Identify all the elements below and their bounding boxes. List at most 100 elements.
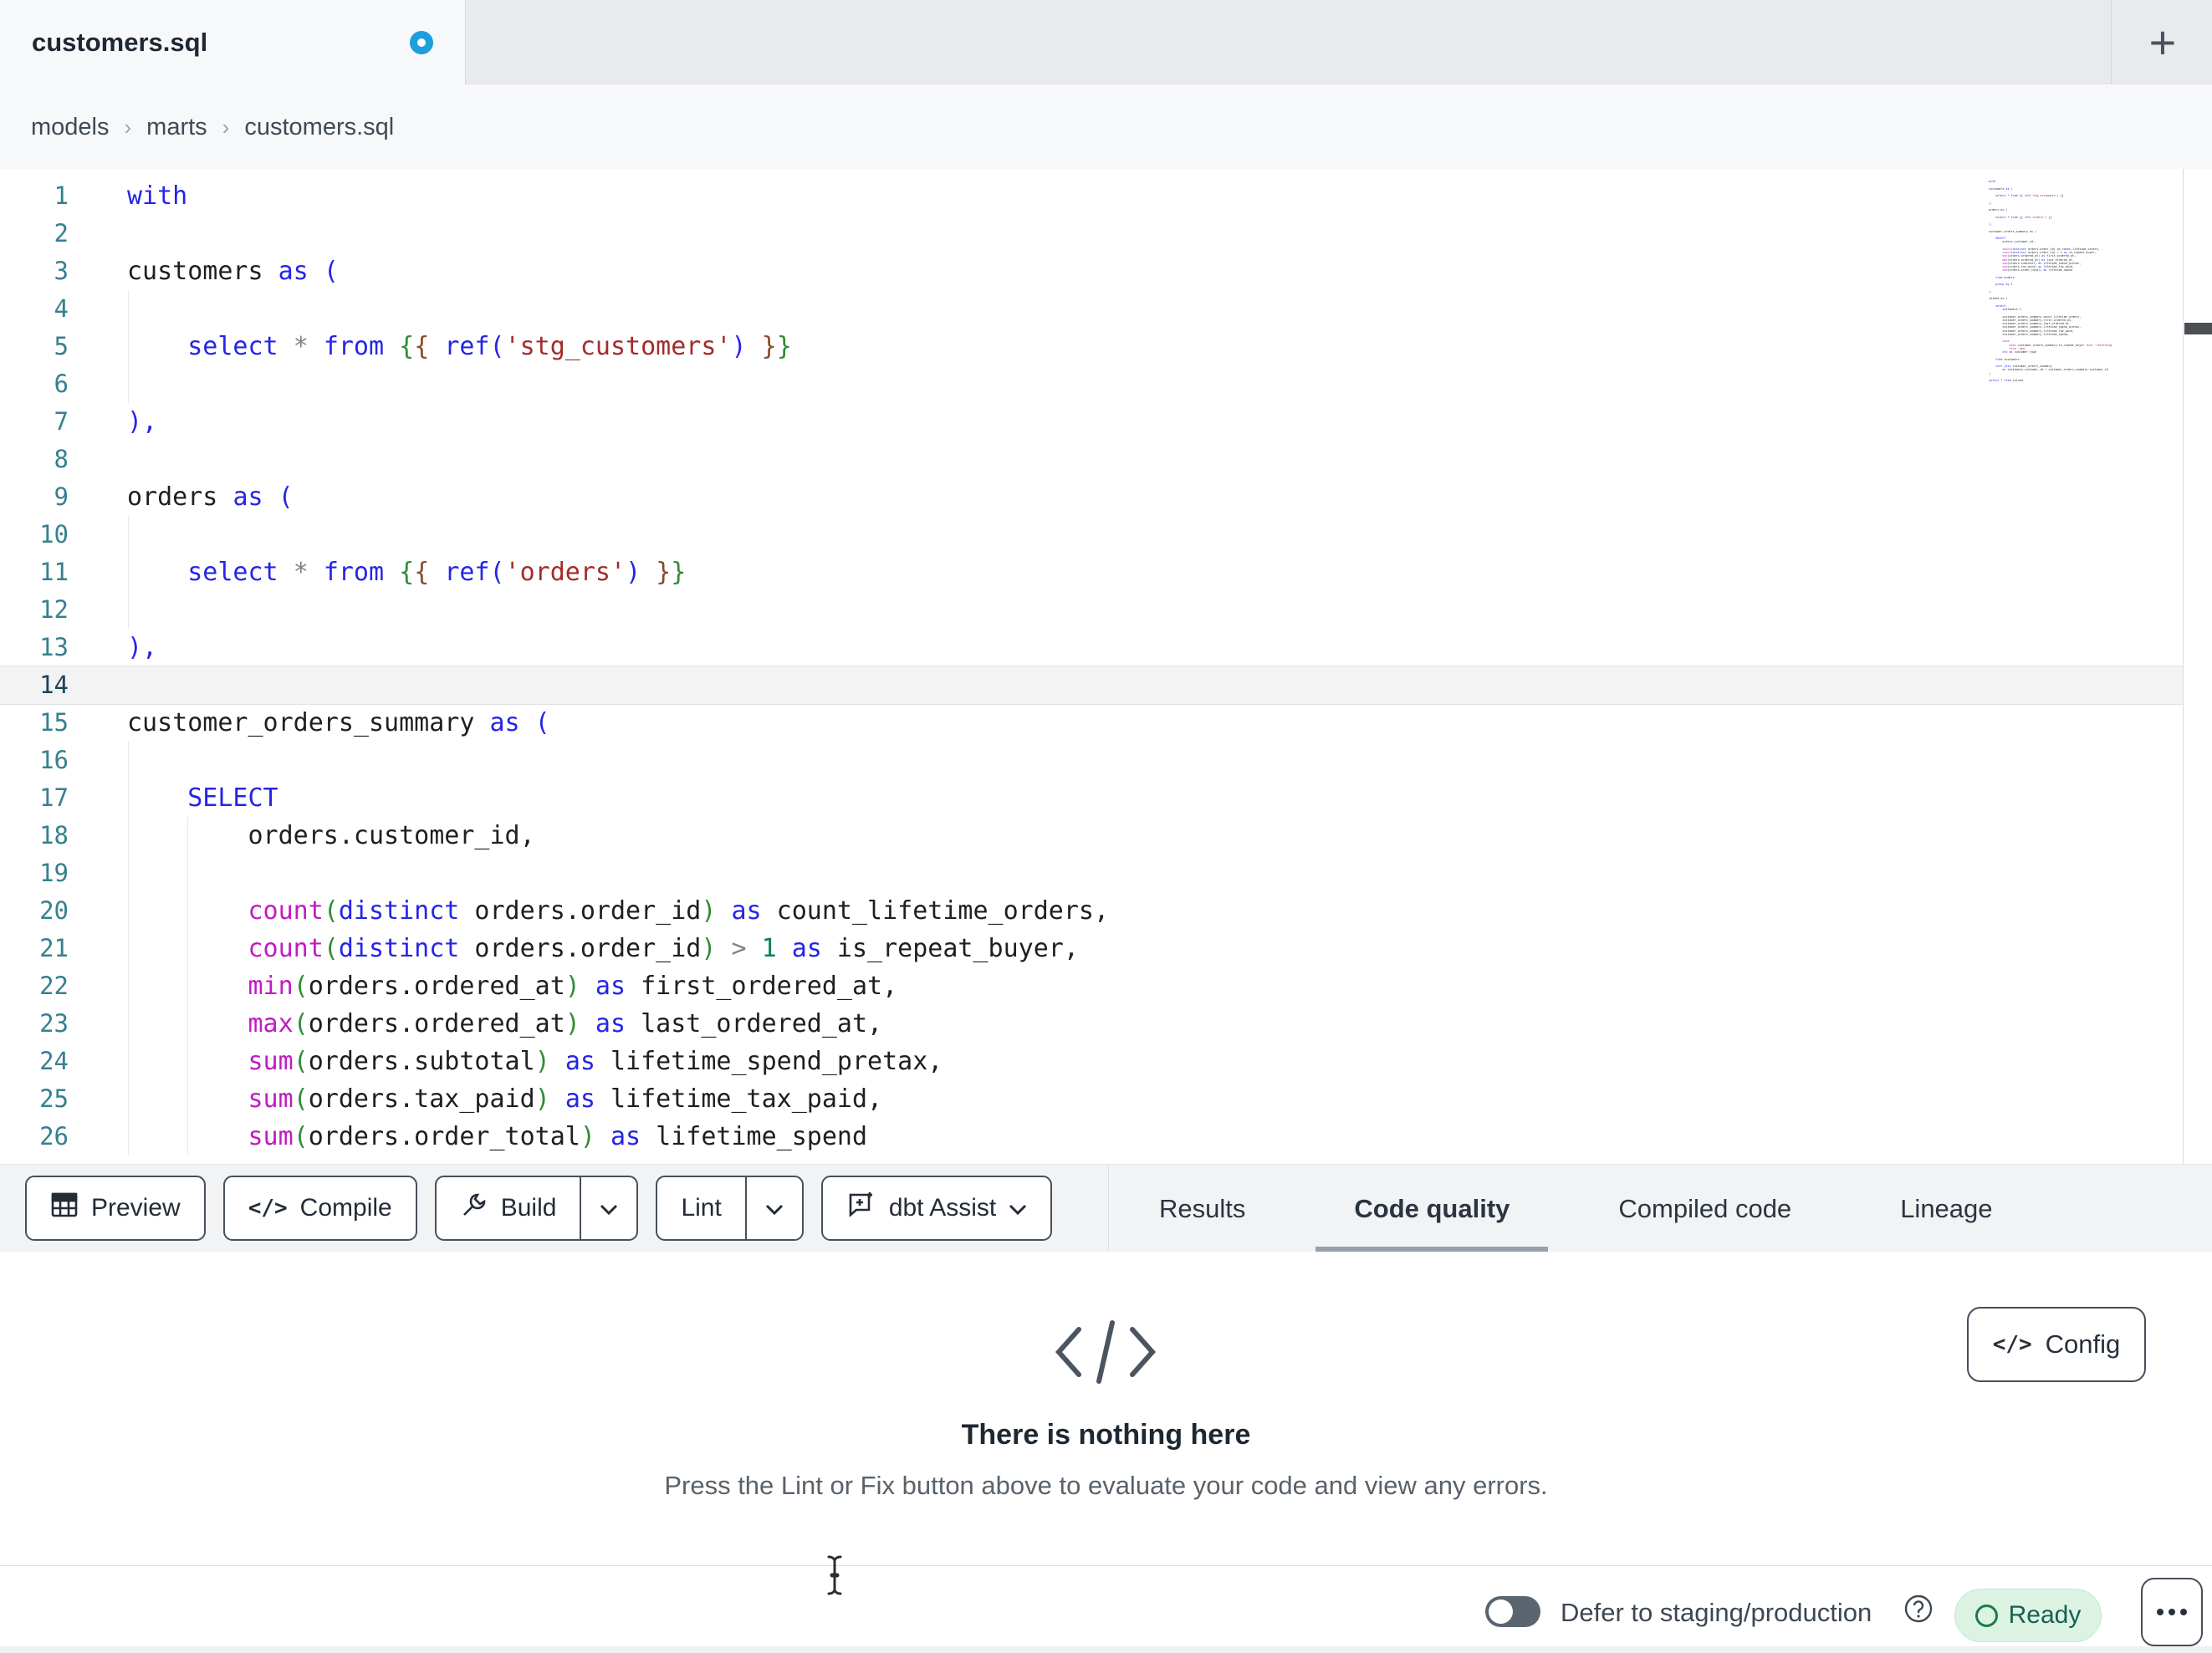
code-line[interactable]: 6 (0, 365, 2183, 403)
line-number: 12 (39, 595, 69, 624)
code-line[interactable]: 17 SELECT (0, 779, 2183, 817)
status-badge-ready[interactable]: Ready (1954, 1589, 2102, 1642)
indent-guide (128, 742, 129, 779)
assist-chat-icon (846, 1190, 876, 1227)
breadcrumb-separator: › (124, 114, 132, 140)
config-label: Config (2045, 1329, 2121, 1359)
code-line[interactable]: 15 customer_orders_summary as ( (0, 704, 2183, 742)
code-line[interactable]: 25 sum(orders.tax_paid) as lifetime_tax_… (0, 1080, 2183, 1118)
panel-tab-results[interactable]: Results (1121, 1165, 1284, 1253)
chevron-down-icon (1009, 1194, 1027, 1222)
breadcrumb-item[interactable]: marts (146, 114, 207, 141)
code-line[interactable]: 4 (0, 290, 2183, 328)
minimap[interactable]: with customers as ( select * from {{ ref… (1989, 180, 2121, 385)
new-tab-button[interactable]: + (2129, 15, 2196, 70)
line-number: 18 (39, 821, 69, 849)
build-dropdown-arrow[interactable] (580, 1177, 636, 1239)
lint-button[interactable]: Lint (657, 1177, 744, 1239)
build-button[interactable]: Build (437, 1177, 580, 1239)
code-line[interactable]: 12 (0, 591, 2183, 629)
code-line[interactable]: 2 (0, 215, 2183, 253)
line-number: 4 (54, 294, 69, 323)
assist-label: dbt Assist (888, 1194, 997, 1222)
code-editor[interactable]: 1 with 2 3 customers as ( 4 5 select * from {{… (0, 169, 2212, 1164)
code-text: select * from {{ ref('stg_customers') }} (187, 332, 792, 361)
editor-scrollbar-thumb[interactable] (2184, 323, 2212, 334)
code-line[interactable]: 13), (0, 629, 2183, 666)
preview-button[interactable]: Preview (25, 1176, 206, 1241)
lint-dropdown-arrow[interactable] (744, 1177, 802, 1239)
code-line[interactable]: 19 (0, 855, 2183, 892)
defer-toggle[interactable] (1485, 1596, 1540, 1627)
chevron-down-icon (765, 1194, 784, 1222)
toolbar-row: Preview </> Compile Build Lint dbt Assis… (0, 1164, 2212, 1253)
line-number: 20 (39, 896, 69, 925)
line-number: 26 (39, 1122, 69, 1150)
line-number: 15 (39, 708, 69, 737)
help-icon[interactable] (1903, 1594, 1934, 1628)
line-number: 19 (39, 859, 69, 887)
code-line[interactable]: 20 count(distinct orders.order_id) as co… (0, 892, 2183, 930)
code-text: sum(orders.subtotal) as lifetime_spend_p… (248, 1047, 943, 1076)
line-number: 8 (54, 445, 69, 473)
code-lines: 1 with 2 3 customers as ( 4 5 select * from {{… (0, 177, 2183, 1156)
code-quality-panel: There is nothing here Press the Lint or … (0, 1252, 2212, 1565)
breadcrumb-item[interactable]: models (31, 114, 110, 141)
panel-tab-lineage[interactable]: Lineage (1862, 1165, 2031, 1253)
code-line[interactable]: 3 customers as ( (0, 253, 2183, 290)
chevron-down-icon (600, 1194, 618, 1222)
line-number: 11 (39, 558, 69, 586)
config-button[interactable]: </> Config (1967, 1307, 2146, 1382)
line-number: 7 (54, 407, 69, 436)
indent-guide (128, 290, 129, 328)
empty-state-title: There is nothing here (961, 1419, 1251, 1451)
compile-button[interactable]: </> Compile (222, 1176, 417, 1241)
code-text: min(orders.ordered_at) as first_ordered_… (248, 972, 898, 1001)
panel-tab-compiled-code[interactable]: Compiled code (1580, 1165, 1830, 1253)
code-line[interactable]: 1 with (0, 177, 2183, 215)
table-grid-icon (50, 1191, 79, 1226)
dbt-assist-button[interactable]: dbt Assist (820, 1176, 1053, 1241)
line-number: 16 (39, 746, 69, 774)
code-line[interactable]: 18 orders.customer_id, (0, 817, 2183, 855)
code-line[interactable]: 8 (0, 441, 2183, 478)
text-cursor-pointer (821, 1554, 848, 1601)
breadcrumb-separator: › (222, 114, 230, 140)
code-line[interactable]: 24 sum(orders.subtotal) as lifetime_spen… (0, 1043, 2183, 1080)
code-line[interactable]: 21 count(distinct orders.order_id) > 1 a… (0, 930, 2183, 967)
breadcrumb-item[interactable]: customers.sql (244, 114, 394, 141)
line-number: 22 (39, 972, 69, 1000)
code-text: count(distinct orders.order_id) as count… (248, 896, 1110, 926)
build-split-button: Build (434, 1176, 639, 1241)
code-line[interactable]: 14 (0, 666, 2183, 704)
code-line[interactable]: 22 min(orders.ordered_at) as first_order… (0, 967, 2183, 1005)
ready-label: Ready (2008, 1601, 2082, 1629)
line-number: 17 (39, 783, 69, 812)
code-line[interactable]: 7), (0, 403, 2183, 441)
code-line[interactable]: 16 (0, 742, 2183, 779)
unsaved-changes-dot (410, 31, 433, 54)
indent-guide (128, 591, 129, 629)
code-line[interactable]: 9 orders as ( (0, 478, 2183, 516)
toggle-knob (1489, 1599, 1513, 1624)
line-number: 5 (54, 332, 69, 360)
code-line[interactable]: 10 (0, 516, 2183, 554)
line-number: 2 (54, 219, 69, 247)
code-text: ), (127, 633, 158, 662)
more-options-button[interactable] (2141, 1578, 2203, 1646)
code-line[interactable]: 11 select * from {{ ref('orders') }} (0, 554, 2183, 591)
wrench-icon (460, 1191, 488, 1226)
tab-customers-sql[interactable]: customers.sql (0, 0, 466, 85)
code-line[interactable]: 26 sum(orders.order_total) as lifetime_s… (0, 1118, 2183, 1156)
code-text: SELECT (187, 783, 278, 813)
line-number: 25 (39, 1084, 69, 1113)
editor-scrollbar-track (2183, 169, 2184, 1164)
panel-tab-code-quality[interactable]: Code quality (1315, 1165, 1549, 1253)
editor-toolbar: Preview </> Compile Build Lint dbt Assis… (25, 1176, 1053, 1241)
indent-guide (128, 855, 129, 892)
lint-split-button: Lint (656, 1176, 804, 1241)
line-number: 13 (39, 633, 69, 661)
empty-state: There is nothing here Press the Lint or … (0, 1252, 2212, 1565)
code-line[interactable]: 23 max(orders.ordered_at) as last_ordere… (0, 1005, 2183, 1043)
code-line[interactable]: 5 select * from {{ ref('stg_customers') … (0, 328, 2183, 365)
